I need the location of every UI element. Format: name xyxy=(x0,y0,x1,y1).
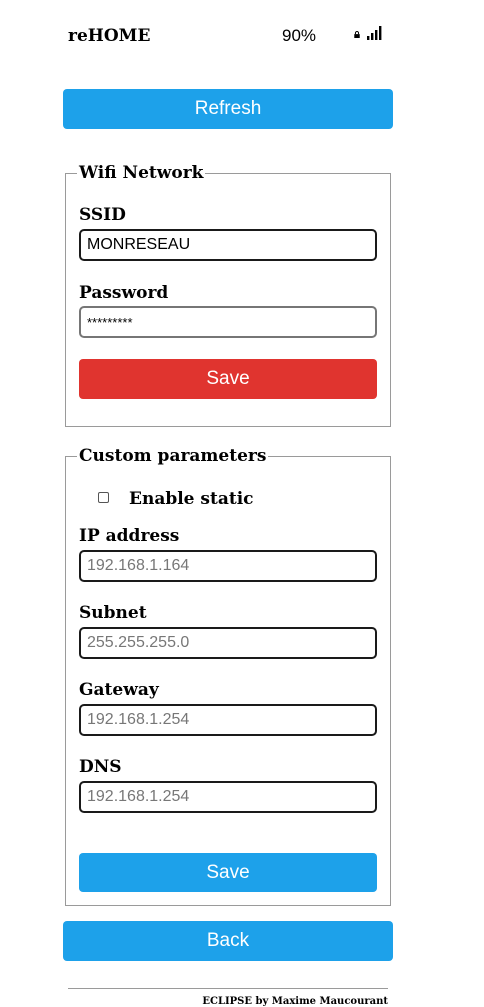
wifi-network-legend: Wifi Network xyxy=(79,163,204,183)
ssid-label: SSID xyxy=(79,205,126,225)
wifi-save-button[interactable]: Save xyxy=(79,359,377,399)
custom-parameters-section: Custom parameters xyxy=(65,446,391,906)
subnet-input[interactable] xyxy=(79,627,377,659)
status-bar: reHOME 90% xyxy=(68,24,384,48)
password-label: Password xyxy=(79,283,169,303)
footer-divider xyxy=(68,988,388,989)
footer-credit: ECLIPSE by Maxime Maucourant xyxy=(202,996,388,1007)
battery-level: 90% xyxy=(282,26,317,45)
back-button[interactable]: Back xyxy=(63,921,393,961)
enable-static-label: Enable static xyxy=(129,489,254,509)
ssid-input[interactable] xyxy=(79,229,377,261)
ip-address-input[interactable] xyxy=(79,550,377,582)
refresh-button[interactable]: Refresh xyxy=(63,89,393,129)
gateway-label: Gateway xyxy=(79,680,159,700)
custom-parameters-legend: Custom parameters xyxy=(79,446,267,466)
lock-icon xyxy=(354,31,360,38)
subnet-label: Subnet xyxy=(79,603,147,623)
gateway-input[interactable] xyxy=(79,704,377,736)
ip-address-label: IP address xyxy=(79,526,180,546)
app-name: reHOME xyxy=(68,26,151,46)
password-input[interactable] xyxy=(79,306,377,338)
dns-input[interactable] xyxy=(79,781,377,813)
signal-bars-icon xyxy=(367,26,382,40)
enable-static-checkbox[interactable] xyxy=(98,492,109,503)
dns-label: DNS xyxy=(79,757,122,777)
custom-save-button[interactable]: Save xyxy=(79,853,377,892)
